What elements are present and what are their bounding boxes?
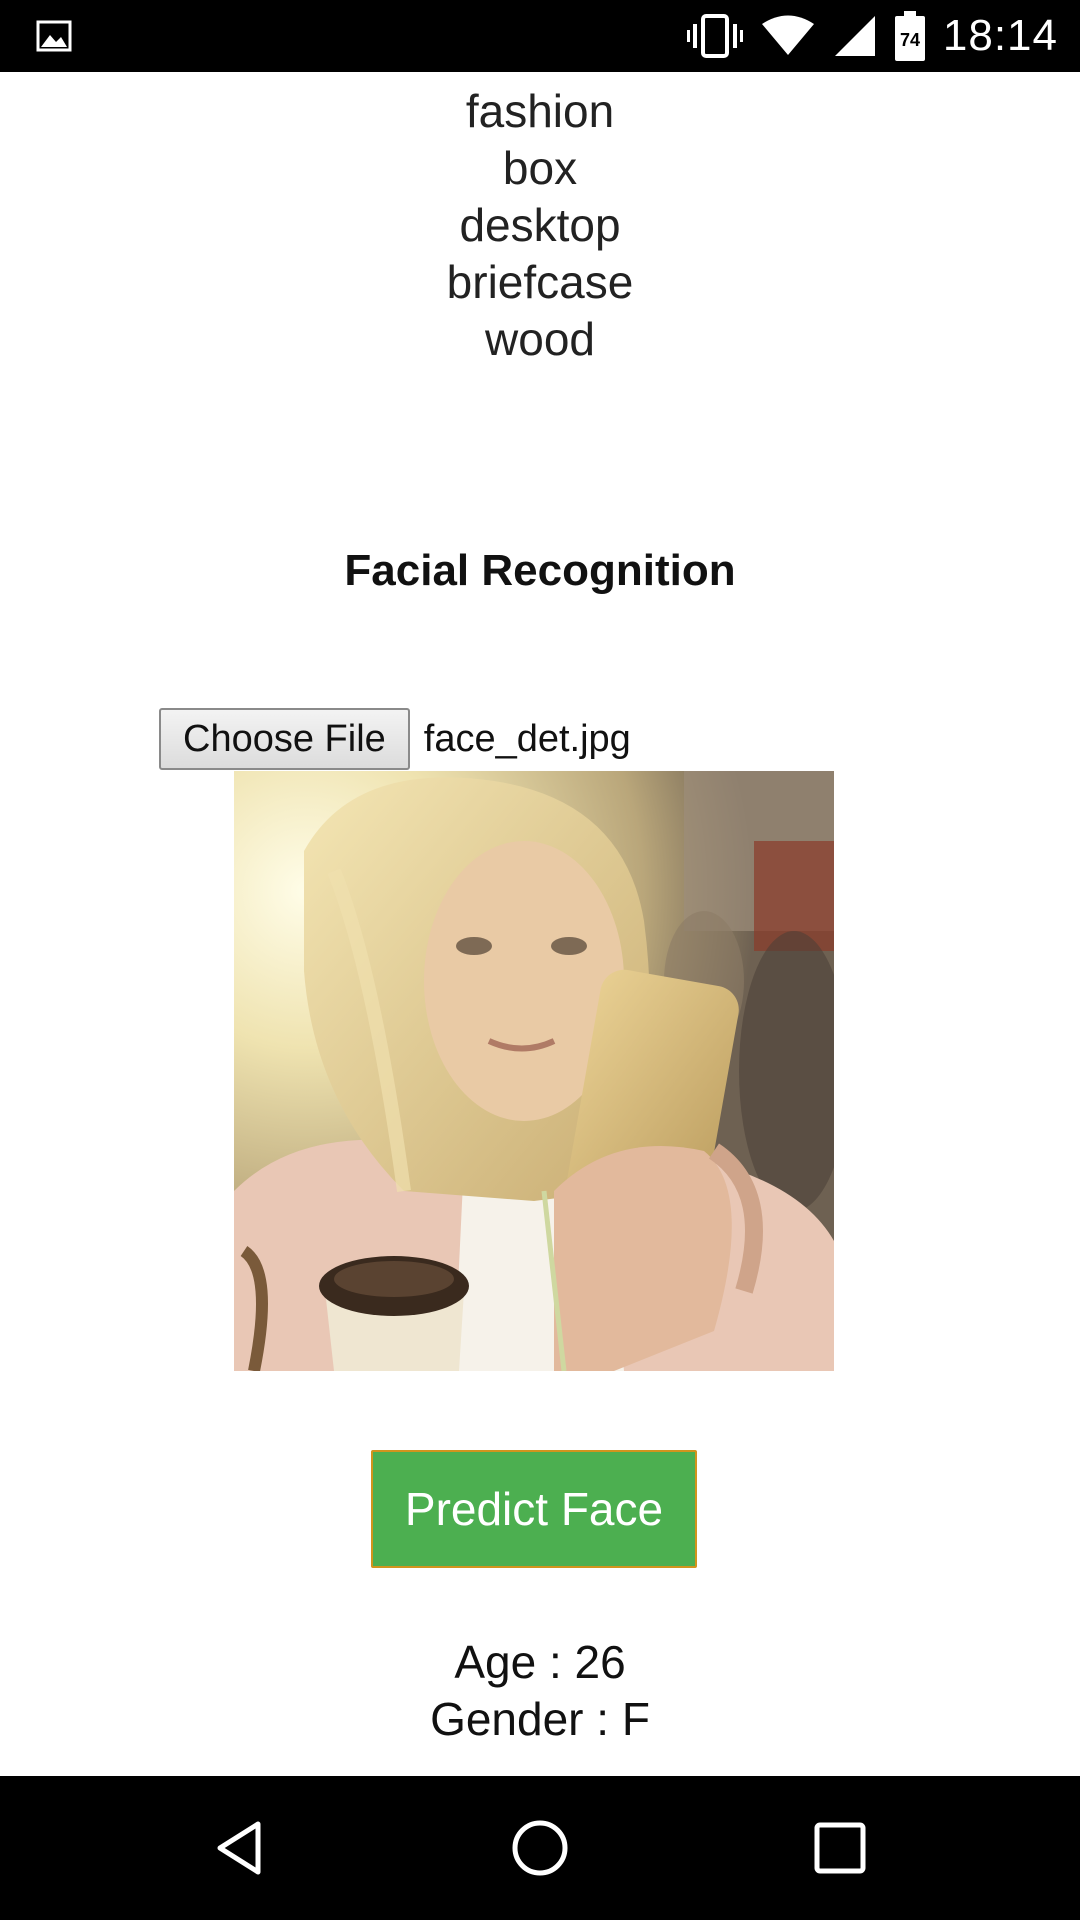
choose-file-button[interactable]: Choose File (159, 708, 410, 770)
gender-result: Gender : F (430, 1693, 650, 1745)
file-input[interactable]: Choose File face_det.jpg (159, 708, 631, 770)
section-title: Facial Recognition (344, 546, 736, 595)
web-page[interactable]: leather fashion box desktop briefcase wo… (0, 72, 1080, 1776)
navigation-bar (0, 1776, 1080, 1920)
clock: 18:14 (942, 11, 1058, 60)
status-icons: 74 18:14 (686, 0, 1058, 72)
list-item: leather (0, 72, 1080, 83)
svg-text:74: 74 (900, 30, 920, 50)
status-bar: 74 18:14 (0, 0, 1080, 72)
age-result: Age : 26 (454, 1636, 626, 1688)
wifi-icon (761, 15, 814, 55)
vibrate-icon (686, 14, 743, 58)
home-icon[interactable] (510, 1818, 570, 1878)
image-icon (36, 20, 72, 52)
list-item: box (502, 142, 578, 194)
recents-icon[interactable] (810, 1818, 870, 1878)
list-item: wood (485, 313, 595, 365)
list-item: briefcase (446, 256, 634, 308)
face-photo (234, 771, 834, 1371)
file-name: face_det.jpg (423, 717, 631, 760)
prediction-results: Age : 26 Gender : F (0, 1634, 1080, 1748)
list-item: fashion (465, 85, 615, 137)
uploaded-image-preview (234, 771, 834, 1371)
battery-icon: 74 (894, 11, 925, 61)
signal-icon (834, 16, 875, 56)
tag-list: leather fashion box desktop briefcase wo… (0, 72, 1080, 368)
back-icon[interactable] (210, 1818, 270, 1878)
list-item: desktop (459, 199, 621, 251)
predict-face-button[interactable]: Predict Face (371, 1450, 697, 1568)
